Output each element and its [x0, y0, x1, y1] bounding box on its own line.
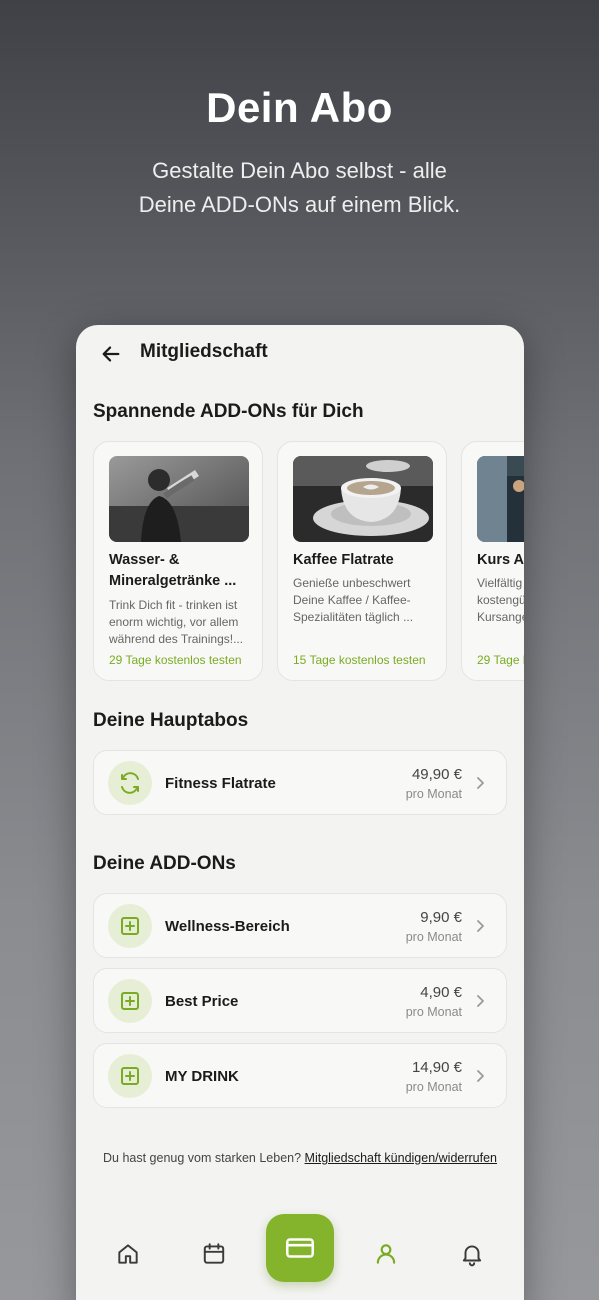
addon-row-wellness[interactable]: Wellness-Bereich 9,90 € pro Monat [93, 893, 507, 958]
row-period: pro Monat [405, 930, 462, 944]
section-title-my-addons: Deine ADD-ONs [93, 853, 236, 874]
card-title: Wasser- & Mineralgetränke ... [109, 550, 254, 592]
page-title: Mitgliedschaft [140, 341, 268, 362]
chevron-right-icon [477, 920, 484, 932]
phone-screen: Mitgliedschaft Spannende ADD-ONs für Dic… [76, 325, 524, 1300]
plus-square-icon [108, 1054, 152, 1098]
row-price: 49,90 € [411, 766, 462, 783]
addon-card-water[interactable]: Wasser- & Mineralgetränke ... Trink Dich… [93, 441, 263, 681]
card-trial-link[interactable]: 29 Tage k [477, 653, 524, 667]
chevron-right-icon [477, 1070, 484, 1082]
hero-subtitle-line: Gestalte Dein Abo selbst - alle [152, 158, 447, 183]
addon-row-my-drink[interactable]: MY DRINK 14,90 € pro Monat [93, 1043, 507, 1108]
card-desc-line: Vielfältig [477, 576, 523, 590]
row-label: Fitness Flatrate [165, 775, 276, 792]
card-desc-line: enorm wichtig, vor allem [109, 615, 239, 629]
card-title-line: Kaffee Flatrate [293, 552, 394, 568]
bottom-nav [76, 1213, 524, 1293]
refresh-icon [108, 761, 152, 805]
bell-icon [462, 1245, 482, 1267]
cancel-note-text: Du hast genug vom starken Leben? [103, 1151, 302, 1165]
row-label: MY DRINK [165, 1068, 239, 1085]
card-title: Kaffee Flatrate [293, 550, 438, 571]
hero-title: Dein Abo [206, 84, 393, 131]
cancel-membership-link[interactable]: Mitgliedschaft kündigen/widerrufen [305, 1151, 497, 1165]
addon-card-coffee[interactable]: Kaffee Flatrate Genieße unbeschwert Dein… [277, 441, 447, 681]
user-icon [376, 1244, 396, 1264]
row-price: 4,90 € [420, 984, 462, 1001]
card-desc-line: Kursange [477, 610, 524, 624]
top-bar: Mitgliedschaft [76, 339, 524, 369]
addon-row-best-price[interactable]: Best Price 4,90 € pro Monat [93, 968, 507, 1033]
nav-membership-card[interactable] [266, 1214, 334, 1282]
row-period: pro Monat [405, 787, 462, 801]
chevron-right-icon [477, 995, 484, 1007]
card-desc-line: Spezialitäten täglich ... [293, 610, 414, 624]
row-price: 9,90 € [420, 909, 462, 926]
plus-square-icon [108, 904, 152, 948]
card-image-gym [477, 456, 524, 542]
hero-subtitle-line: Deine ADD-ONs auf einem Blick. [138, 192, 461, 217]
card-icon [285, 1238, 315, 1258]
subscription-row-fitness-flatrate[interactable]: Fitness Flatrate 49,90 € pro Monat [93, 750, 507, 815]
cancel-note: Du hast genug vom starken Leben? Mitglie… [76, 1151, 524, 1165]
card-description: Trink Dich fit - trinken ist enorm wicht… [109, 597, 254, 648]
card-description: Genieße unbeschwert Deine Kaffee / Kaffe… [293, 575, 438, 626]
row-label: Wellness-Bereich [165, 918, 290, 935]
card-desc-line: Genieße unbeschwert [293, 576, 411, 590]
hero-subtitle: Gestalte Dein Abo selbst - alle Deine AD… [0, 154, 599, 222]
row-price: 14,90 € [411, 1059, 462, 1076]
card-title: Kurs Al [477, 550, 524, 571]
row-period: pro Monat [405, 1005, 462, 1019]
plus-square-icon [108, 979, 152, 1023]
chevron-right-icon [477, 777, 484, 789]
card-image-coffee [293, 456, 433, 542]
addon-card-course[interactable]: Kurs Al Vielfältig kostengü Kursange 29 … [461, 441, 524, 681]
card-title-line: Mineralgetränke ... [109, 573, 237, 589]
card-desc-line: kostengü [477, 593, 524, 607]
card-title-line: Wasser- & [109, 552, 180, 568]
nav-calendar[interactable] [199, 1239, 229, 1269]
calendar-icon [203, 1243, 225, 1264]
card-desc-line: Deine Kaffee / Kaffee- [293, 593, 411, 607]
row-period: pro Monat [405, 1080, 462, 1094]
card-description: Vielfältig kostengü Kursange [477, 575, 524, 626]
card-desc-line: während des Trainings!... [109, 632, 244, 646]
card-trial-link[interactable]: 29 Tage kostenlos testen [109, 653, 259, 667]
home-icon [118, 1244, 138, 1264]
card-trial-link[interactable]: 15 Tage kostenlos testen [293, 653, 443, 667]
addon-carousel[interactable]: Wasser- & Mineralgetränke ... Trink Dich… [93, 441, 524, 681]
card-image-woman-drinking [109, 456, 249, 542]
arrow-left-icon[interactable] [100, 343, 122, 365]
card-title-line: Kurs Al [477, 552, 524, 568]
row-label: Best Price [165, 993, 239, 1010]
nav-profile[interactable] [371, 1239, 401, 1269]
card-desc-line: Trink Dich fit - trinken ist [109, 598, 238, 612]
nav-home[interactable] [113, 1239, 143, 1269]
section-title-main-subs: Deine Hauptabos [93, 710, 249, 731]
nav-notifications[interactable] [457, 1239, 487, 1269]
section-title-promo: Spannende ADD-ONs für Dich [93, 401, 364, 422]
